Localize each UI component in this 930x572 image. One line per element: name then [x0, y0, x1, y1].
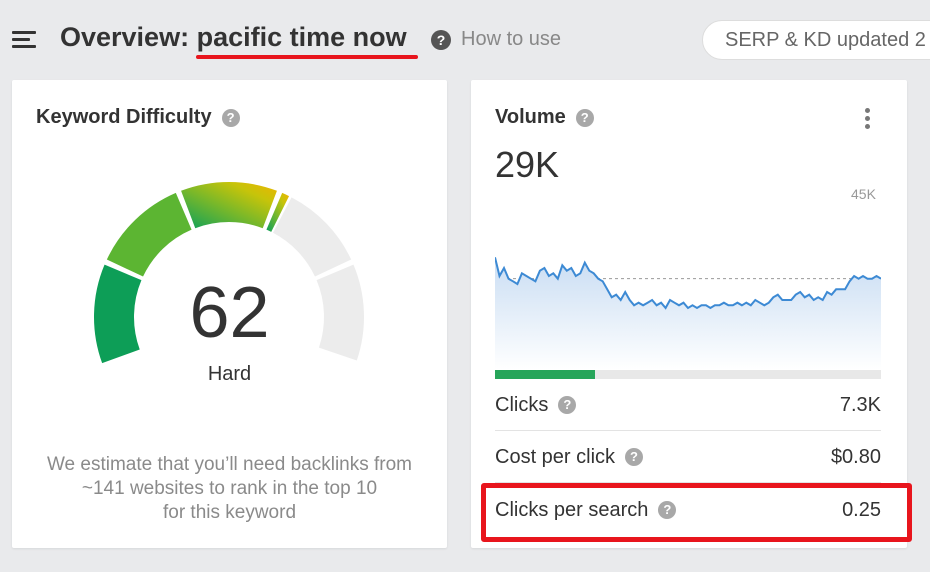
kd-description-line: ~141 websites to rank in the top 10 [81, 478, 378, 499]
metric-row-cpc: Cost per click? $0.80 [495, 437, 881, 477]
metric-row-clicks: Clicks? 7.3K [495, 385, 881, 425]
clicks-per-search-highlight [481, 483, 912, 542]
metric-label: Clicks [495, 393, 549, 416]
divider [495, 430, 881, 431]
gauge-segment-empty [273, 197, 352, 277]
volume-title: Volume ? [495, 106, 594, 129]
gauge-segment-filled [106, 192, 192, 277]
clicks-help-icon[interactable]: ? [558, 396, 577, 414]
volume-value: 29K [495, 144, 560, 185]
kd-description: We estimate that you’ll need backlinks f… [32, 453, 427, 525]
volume-title-label: Volume [495, 106, 566, 128]
more-options-icon[interactable] [864, 108, 872, 130]
clicks-progress-bar [495, 370, 881, 379]
keyword-text: pacific time now [196, 22, 407, 52]
volume-card: Volume ? 29K 45K Clicks? 7.3K Cost per c… [471, 80, 907, 548]
hamburger-menu-icon[interactable] [12, 31, 36, 49]
top-bar: Overview: pacific time now ? How to use … [0, 0, 930, 80]
metric-value: 7.3K [839, 393, 881, 416]
kd-description-line: We estimate that you’ll need backlinks f… [46, 454, 413, 475]
kd-description-line: for this keyword [162, 502, 297, 523]
clicks-progress-fill [495, 370, 596, 379]
volume-help-icon[interactable]: ? [575, 108, 594, 127]
how-to-use-link[interactable]: ? How to use [431, 28, 561, 51]
volume-trend-chart[interactable] [495, 220, 881, 370]
how-to-use-label: How to use [461, 28, 562, 50]
cpc-help-icon[interactable]: ? [625, 448, 644, 466]
chart-y-max-label: 45K [851, 186, 876, 202]
serp-kd-updated-badge[interactable]: SERP & KD updated 2 [702, 20, 930, 60]
metric-value: $0.80 [830, 445, 881, 468]
gauge-segment-filled [181, 182, 277, 229]
question-icon: ? [431, 29, 451, 50]
metric-label: Cost per click [495, 445, 616, 468]
title-prefix: Overview: [60, 22, 197, 52]
kd-level: Hard [207, 363, 252, 385]
kd-score: 62 [189, 273, 270, 353]
keyword-difficulty-card: Keyword Difficulty ? 62 Hard We estimate… [12, 80, 447, 548]
page-title: Overview: pacific time now [60, 22, 407, 53]
keyword-red-underline [196, 55, 418, 59]
